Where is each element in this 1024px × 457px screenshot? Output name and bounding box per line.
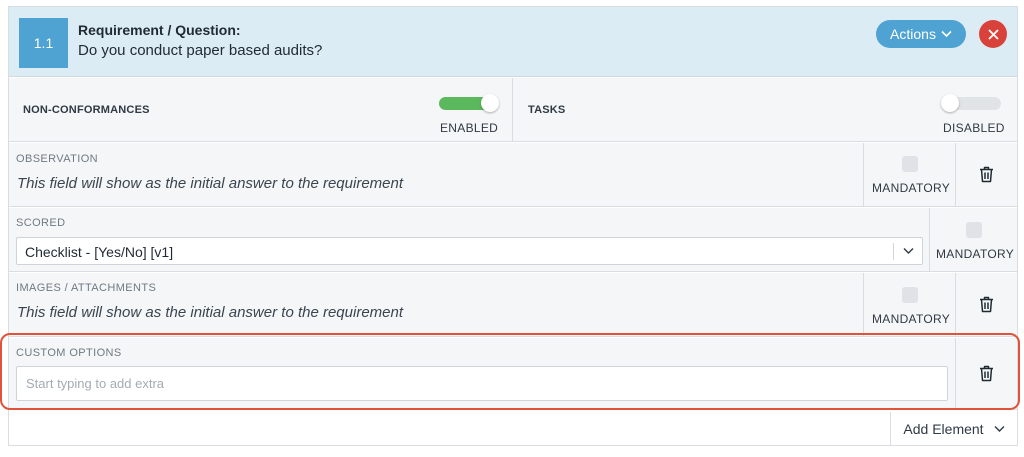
requirement-question[interactable]: Do you conduct paper based audits? <box>78 42 322 59</box>
requirement-card: 1.1 Requirement / Question: Do you condu… <box>8 6 1018 446</box>
close-icon <box>987 28 999 40</box>
observation-label: OBSERVATION <box>16 153 99 165</box>
actions-button[interactable]: Actions <box>876 20 966 48</box>
select-separator <box>893 243 894 260</box>
toggle-knob <box>481 94 499 112</box>
requirement-title: Requirement / Question: <box>78 22 241 38</box>
custom-options-label: CUSTOM OPTIONS <box>16 347 122 359</box>
images-delete-cell <box>955 273 1017 336</box>
nonconformances-toggle[interactable] <box>439 94 499 112</box>
scored-select-value: Checklist - [Yes/No] [v1] <box>25 244 174 260</box>
observation-hint: This field will show as the initial answ… <box>17 175 404 192</box>
nonconformances-label: NON-CONFORMANCES <box>23 104 150 116</box>
toggle-row: NON-CONFORMANCES ENABLED TASKS DISABLED <box>9 78 1017 142</box>
observation-delete-cell <box>955 143 1017 206</box>
observation-mandatory-label: MANDATORY <box>872 181 951 195</box>
tasks-label: TASKS <box>528 104 566 116</box>
chevron-down-icon[interactable] <box>903 247 914 255</box>
images-row: IMAGES / ATTACHMENTS This field will sho… <box>9 273 1017 337</box>
custom-options-input[interactable] <box>16 366 948 401</box>
scored-row: SCORED Checklist - [Yes/No] [v1] MANDATO… <box>9 208 1017 272</box>
images-mandatory-checkbox[interactable] <box>902 287 918 303</box>
trash-icon[interactable] <box>979 296 994 313</box>
scored-mandatory-cell: MANDATORY <box>929 208 1017 271</box>
trash-icon[interactable] <box>979 166 994 183</box>
custom-options-delete-cell <box>955 338 1017 409</box>
trash-icon[interactable] <box>979 365 994 382</box>
tasks-toggle-cell: TASKS DISABLED <box>514 78 1017 141</box>
scored-select[interactable]: Checklist - [Yes/No] [v1] <box>16 237 923 265</box>
tasks-toggle[interactable] <box>941 94 1001 112</box>
tasks-state: DISABLED <box>943 121 1005 135</box>
scored-mandatory-checkbox[interactable] <box>966 222 982 238</box>
images-mandatory-cell: MANDATORY <box>863 273 955 336</box>
nonconformances-toggle-cell: NON-CONFORMANCES ENABLED <box>9 78 513 141</box>
images-hint: This field will show as the initial answ… <box>17 304 404 321</box>
observation-mandatory-cell: MANDATORY <box>863 143 955 206</box>
scored-mandatory-label: MANDATORY <box>936 247 1015 261</box>
requirement-header: 1.1 Requirement / Question: Do you condu… <box>9 7 1017 77</box>
images-mandatory-label: MANDATORY <box>872 312 951 326</box>
close-button[interactable] <box>979 20 1007 48</box>
actions-button-label: Actions <box>890 26 936 42</box>
custom-options-row: CUSTOM OPTIONS <box>9 338 1017 410</box>
scored-label: SCORED <box>16 217 66 229</box>
chevron-down-icon <box>994 426 1005 432</box>
observation-mandatory-checkbox[interactable] <box>902 156 918 172</box>
nonconformances-state: ENABLED <box>440 121 499 135</box>
images-label: IMAGES / ATTACHMENTS <box>16 282 157 294</box>
add-element-label: Add Element <box>903 421 984 437</box>
toggle-knob <box>941 94 959 112</box>
observation-row: OBSERVATION This field will show as the … <box>9 143 1017 207</box>
chevron-down-icon <box>941 30 952 38</box>
add-element-button[interactable]: Add Element <box>890 412 1017 446</box>
requirement-number-badge: 1.1 <box>19 18 68 68</box>
